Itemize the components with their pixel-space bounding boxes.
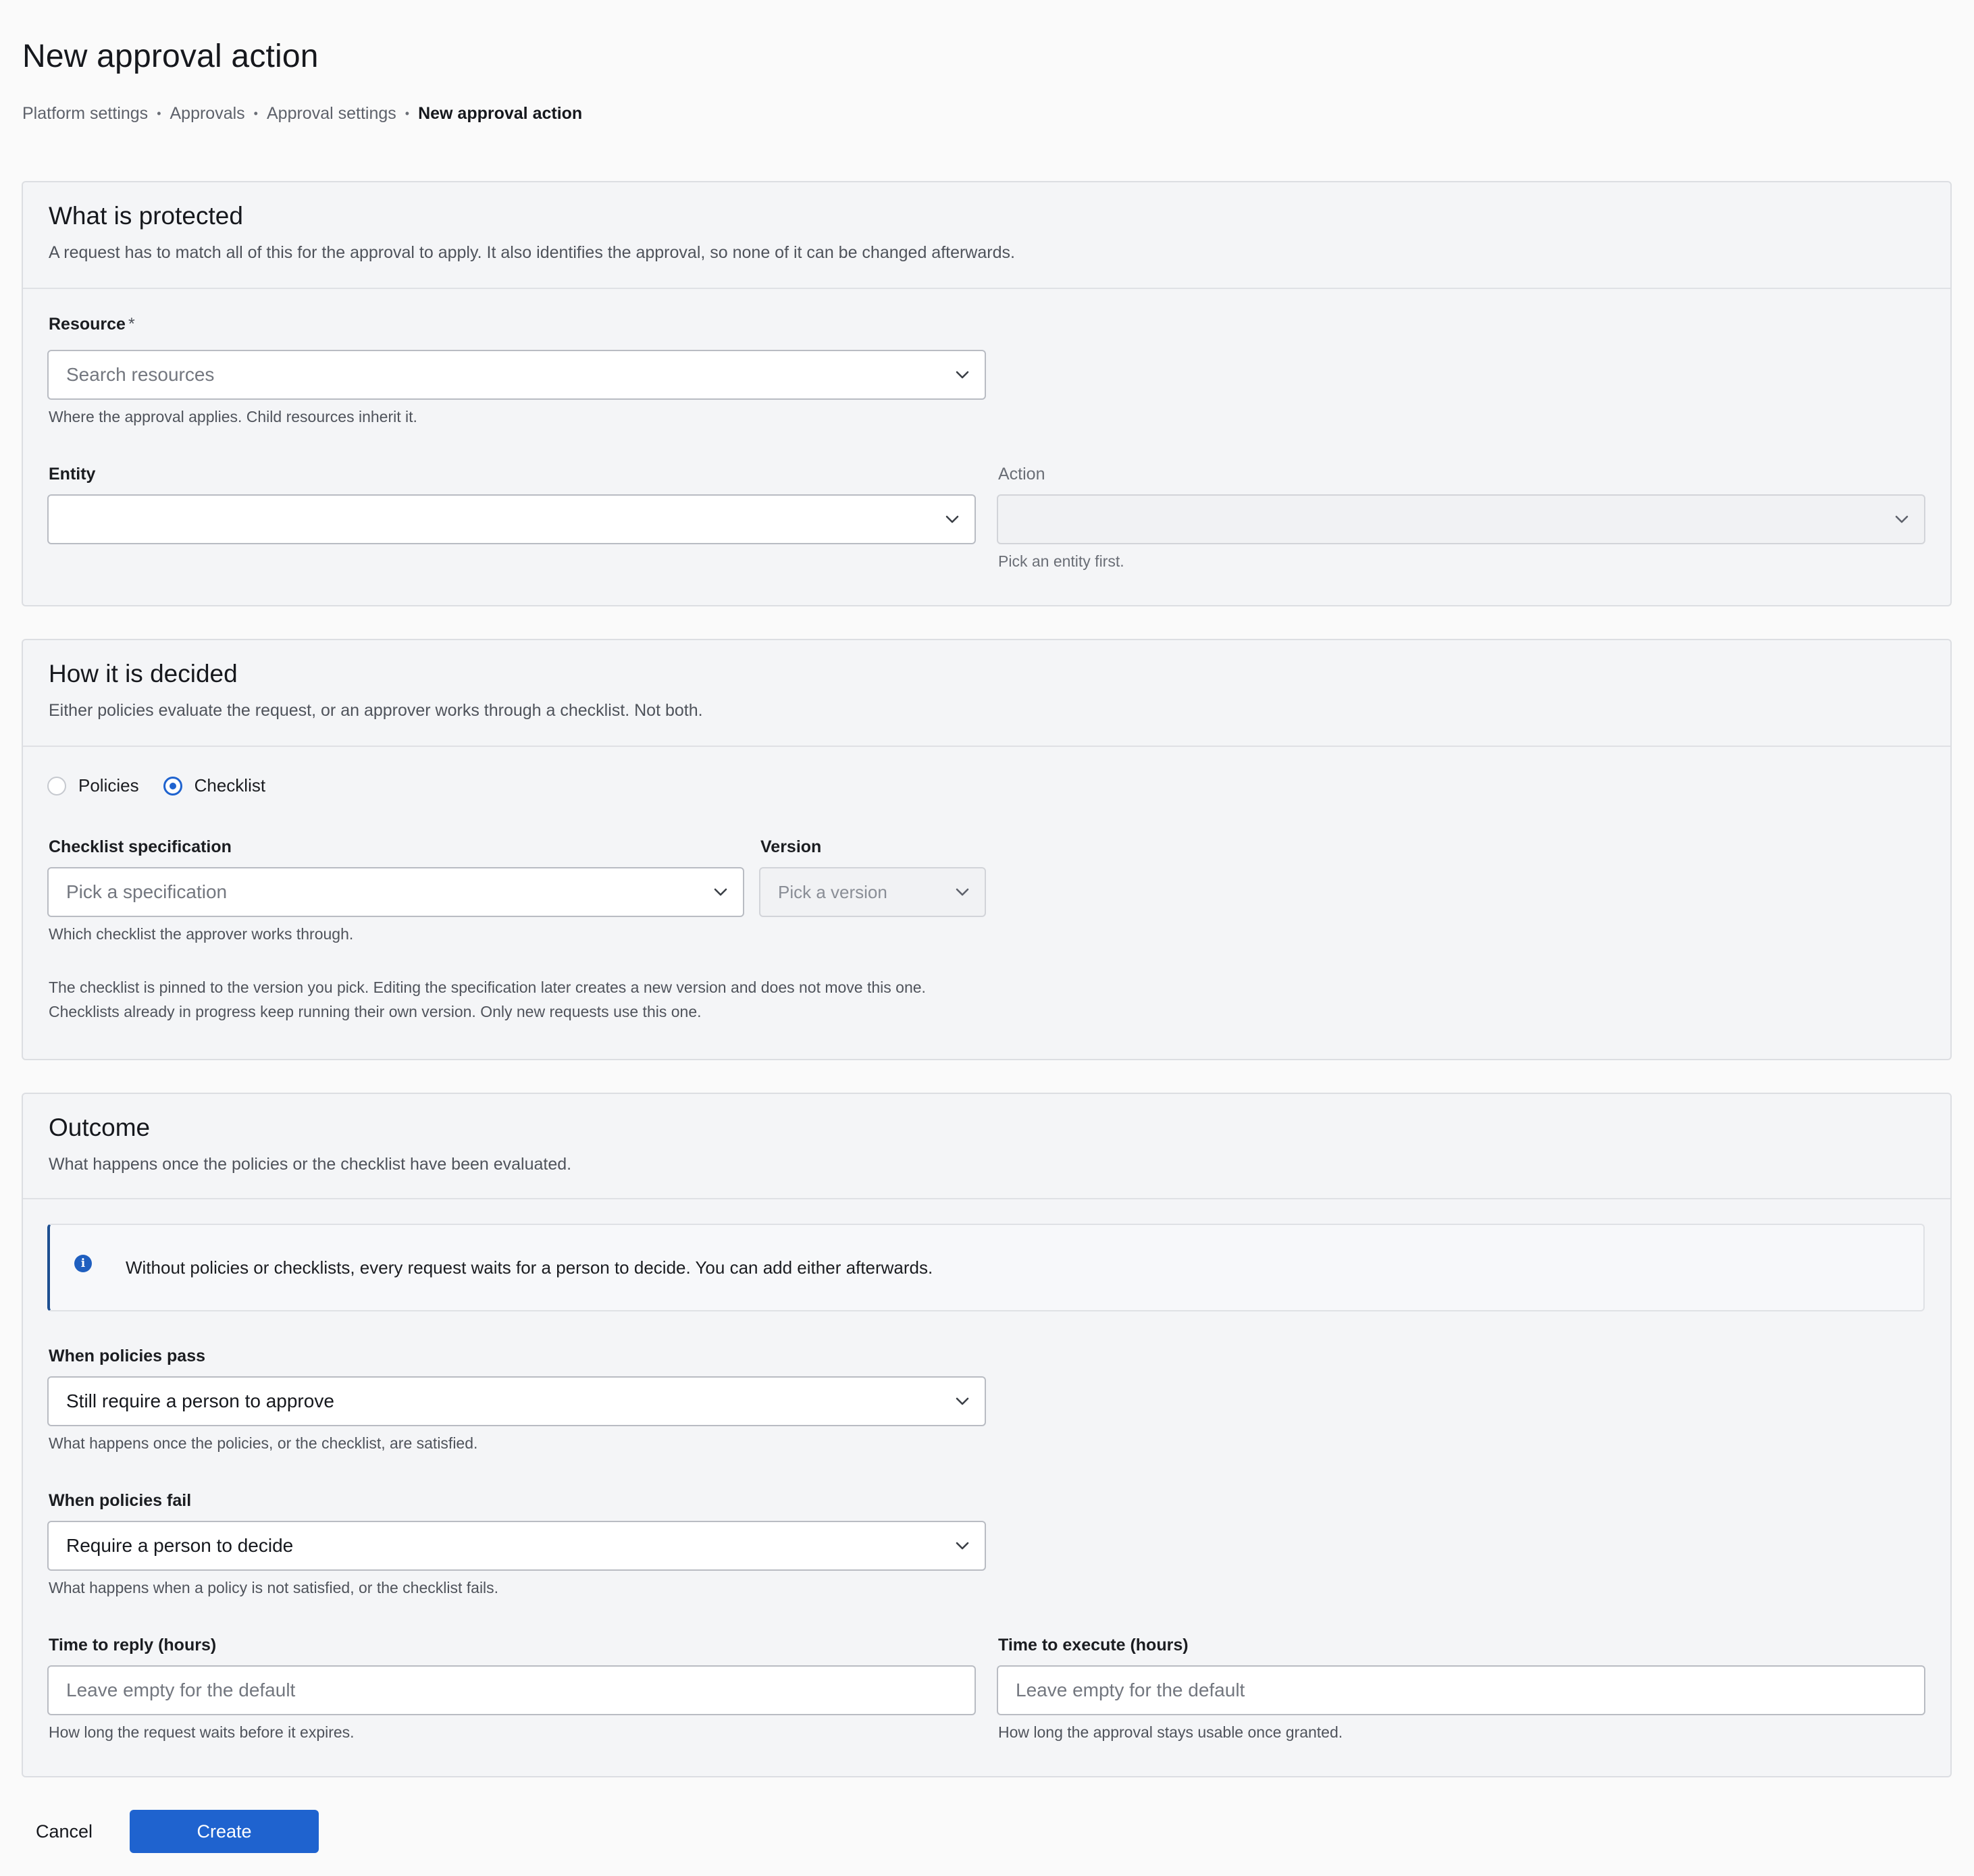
action-help: Pick an entity first. bbox=[998, 552, 1124, 570]
outcome-section: Outcome What happens once the policies o… bbox=[22, 1093, 1952, 1777]
checklist-specification-label: Checklist specification bbox=[49, 837, 232, 856]
checklist-specification-help: Which checklist the approver works throu… bbox=[49, 925, 354, 943]
when-policies-fail-select[interactable]: Require a person to decide bbox=[47, 1521, 986, 1571]
breadcrumb-separator: • bbox=[405, 106, 410, 120]
what-is-protected-section: What is protected A request has to match… bbox=[22, 181, 1952, 606]
resource-label: Resource * bbox=[49, 315, 135, 334]
when-policies-pass-value: Still require a person to approve bbox=[66, 1390, 334, 1411]
version-placeholder: Pick a version bbox=[778, 881, 887, 902]
time-to-reply-input[interactable] bbox=[47, 1665, 976, 1715]
chevron-down-icon bbox=[956, 371, 969, 379]
time-to-execute-label: Time to execute (hours) bbox=[998, 1636, 1189, 1654]
decision-mode-radio-group: Policies Checklist bbox=[47, 775, 290, 796]
section-description: A request has to match all of this for t… bbox=[49, 243, 1015, 262]
section-title: How it is decided bbox=[49, 660, 238, 687]
page-title: New approval action bbox=[22, 38, 319, 74]
specification-placeholder: Pick a specification bbox=[66, 881, 228, 902]
policies-radio-label[interactable]: Policies bbox=[78, 775, 139, 796]
version-pin-note: The checklist is pinned to the version y… bbox=[49, 979, 926, 996]
version-select[interactable]: Pick a version bbox=[759, 867, 986, 917]
version-label: Version bbox=[760, 837, 822, 856]
info-callout-text: Without policies or checklists, every re… bbox=[126, 1257, 933, 1278]
cancel-button[interactable]: Cancel bbox=[22, 1810, 107, 1853]
section-header: Outcome What happens once the policies o… bbox=[23, 1094, 1950, 1199]
time-to-execute-help: How long the approval stays usable once … bbox=[998, 1723, 1343, 1741]
breadcrumb-current: New approval action bbox=[418, 103, 583, 123]
info-callout: i Without policies or checklists, every … bbox=[47, 1224, 1925, 1311]
section-title: Outcome bbox=[49, 1114, 151, 1141]
version-progress-note: Checklists already in progress keep runn… bbox=[49, 1003, 702, 1020]
checklist-specification-select[interactable]: Pick a specification bbox=[47, 867, 744, 917]
required-marker: * bbox=[128, 315, 135, 334]
section-header: What is protected A request has to match… bbox=[23, 182, 1950, 289]
breadcrumb-separator: • bbox=[157, 106, 161, 120]
when-policies-fail-value: Require a person to decide bbox=[66, 1535, 294, 1556]
chevron-down-icon bbox=[1895, 515, 1908, 523]
section-description: Either policies evaluate the request, or… bbox=[49, 701, 703, 720]
section-title: What is protected bbox=[49, 202, 243, 230]
entity-select[interactable] bbox=[47, 494, 976, 544]
when-policies-pass-label: When policies pass bbox=[49, 1347, 206, 1365]
breadcrumb-approvals[interactable]: Approvals bbox=[170, 104, 245, 124]
breadcrumb: Platform settings • Approvals • Approval… bbox=[22, 101, 582, 126]
create-button[interactable]: Create bbox=[130, 1810, 319, 1853]
resource-select[interactable]: Search resources bbox=[47, 350, 986, 400]
when-policies-pass-select[interactable]: Still require a person to approve bbox=[47, 1376, 986, 1426]
checklist-radio[interactable] bbox=[163, 776, 182, 796]
chevron-down-icon bbox=[956, 888, 969, 896]
how-it-is-decided-section: How it is decided Either policies evalua… bbox=[22, 639, 1952, 1060]
resource-help: Where the approval applies. Child resour… bbox=[49, 408, 417, 425]
entity-label: Entity bbox=[49, 465, 96, 484]
action-select[interactable] bbox=[997, 494, 1925, 544]
action-label: Action bbox=[998, 465, 1045, 484]
time-to-reply-help: How long the request waits before it exp… bbox=[49, 1723, 355, 1741]
section-description: What happens once the policies or the ch… bbox=[49, 1155, 572, 1174]
checklist-radio-label[interactable]: Checklist bbox=[194, 775, 265, 796]
info-icon: i bbox=[74, 1255, 92, 1272]
chevron-down-icon bbox=[945, 515, 959, 523]
when-policies-fail-help: What happens when a policy is not satisf… bbox=[49, 1579, 499, 1596]
chevron-down-icon bbox=[956, 1542, 969, 1550]
time-to-execute-input[interactable] bbox=[997, 1665, 1925, 1715]
policies-radio[interactable] bbox=[47, 776, 66, 796]
section-header: How it is decided Either policies evalua… bbox=[23, 640, 1950, 747]
time-to-reply-label: Time to reply (hours) bbox=[49, 1636, 217, 1654]
chevron-down-icon bbox=[714, 888, 727, 896]
when-policies-fail-label: When policies fail bbox=[49, 1491, 192, 1510]
chevron-down-icon bbox=[956, 1397, 969, 1405]
page: New approval action Platform settings • … bbox=[0, 0, 1974, 1876]
breadcrumb-approval-settings[interactable]: Approval settings bbox=[267, 104, 396, 124]
when-policies-pass-help: What happens once the policies, or the c… bbox=[49, 1434, 478, 1452]
breadcrumb-platform-settings[interactable]: Platform settings bbox=[22, 104, 148, 124]
breadcrumb-separator: • bbox=[253, 106, 258, 120]
resource-placeholder: Search resources bbox=[66, 364, 215, 385]
